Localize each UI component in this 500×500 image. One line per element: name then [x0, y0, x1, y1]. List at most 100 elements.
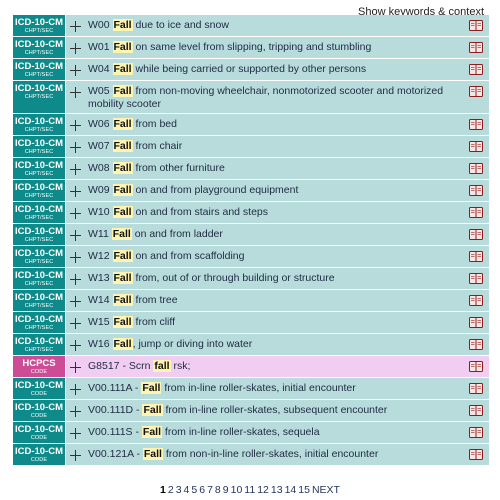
code-level-label: CHPT/SEC	[24, 303, 54, 309]
result-row[interactable]: ICD-10-CM CHPT/SEC W00 Fall due to ice and…	[13, 15, 489, 37]
page-link[interactable]: 15	[298, 484, 310, 496]
book-icon[interactable]	[469, 427, 483, 438]
book-icon[interactable]	[469, 141, 483, 152]
expand-plus-icon[interactable]	[70, 208, 86, 219]
expand-plus-icon[interactable]	[70, 274, 86, 285]
code-description[interactable]: W14 Fall from tree	[86, 290, 467, 311]
expand-plus-icon[interactable]	[70, 362, 86, 373]
page-link[interactable]: 13	[271, 484, 283, 496]
book-icon[interactable]	[469, 405, 483, 416]
code-description[interactable]: W09 Fall on and from playground equipmen…	[86, 180, 467, 201]
code-description[interactable]: W12 Fall on and from scaffolding	[86, 246, 467, 267]
code-description[interactable]: G8517 - Scrn fall rsk;	[86, 356, 467, 377]
keyword-highlight: fall	[153, 360, 171, 372]
result-row[interactable]: ICD-10-CM CHPT/SEC W13 Fall from, out of o…	[13, 268, 489, 290]
code-description[interactable]: W07 Fall from chair	[86, 136, 467, 157]
page-link[interactable]: 11	[244, 484, 255, 496]
result-row[interactable]: ICD-10-CM CODE V00.111D - Fall from in-lin…	[13, 400, 489, 422]
code-description[interactable]: V00.111A - Fall from in-line roller-skat…	[86, 378, 467, 399]
book-icon[interactable]	[469, 295, 483, 306]
code-description[interactable]: W06 Fall from bed	[86, 114, 467, 135]
expand-plus-icon[interactable]	[70, 230, 86, 241]
page-link[interactable]: 8	[215, 484, 221, 496]
book-icon[interactable]	[469, 383, 483, 394]
expand-plus-icon[interactable]	[70, 384, 86, 395]
code-system-badge: ICD-10-CM CODE	[13, 444, 66, 465]
result-row[interactable]: ICD-10-CM CHPT/SEC W04 Fall while being ca…	[13, 59, 489, 81]
page-link[interactable]: 10	[231, 484, 243, 496]
expand-plus-icon[interactable]	[70, 142, 86, 153]
page-link[interactable]: 9	[223, 484, 229, 496]
expand-plus-icon[interactable]	[70, 428, 86, 439]
result-row[interactable]: ICD-10-CM CHPT/SEC W08 Fall from other fur…	[13, 158, 489, 180]
result-row[interactable]: ICD-10-CM CHPT/SEC W09 Fall on and from pl…	[13, 180, 489, 202]
book-icon[interactable]	[469, 339, 483, 350]
book-icon[interactable]	[469, 207, 483, 218]
result-row[interactable]: ICD-10-CM CHPT/SEC W10 Fall on and from st…	[13, 202, 489, 224]
book-icon[interactable]	[469, 273, 483, 284]
expand-plus-icon[interactable]	[70, 164, 86, 175]
book-icon[interactable]	[469, 185, 483, 196]
book-icon[interactable]	[469, 317, 483, 328]
book-icon[interactable]	[469, 251, 483, 262]
page-link[interactable]: 3	[176, 484, 182, 496]
expand-plus-icon[interactable]	[70, 340, 86, 351]
code-description[interactable]: W04 Fall while being carried or supporte…	[86, 59, 467, 80]
expand-plus-icon[interactable]	[70, 450, 86, 461]
page-link[interactable]: 4	[184, 484, 190, 496]
code-description[interactable]: V00.111D - Fall from in-line roller-skat…	[86, 400, 467, 421]
result-row[interactable]: ICD-10-CM CHPT/SEC W12 Fall on and from sc…	[13, 246, 489, 268]
page-link[interactable]: 7	[207, 484, 213, 496]
code-description[interactable]: W16 Fall, jump or diving into water	[86, 334, 467, 355]
result-row[interactable]: ICD-10-CM CHPT/SEC W14 Fall from tree	[13, 290, 489, 312]
page-link[interactable]: 14	[285, 484, 297, 496]
code-description[interactable]: V00.111S - Fall from in-line roller-skat…	[86, 422, 467, 443]
result-row[interactable]: HCPCS CODE G8517 - Scrn fall rsk;	[13, 356, 489, 378]
expand-plus-icon[interactable]	[70, 318, 86, 329]
expand-plus-icon[interactable]	[70, 120, 86, 131]
keyword-highlight: Fall	[111, 228, 132, 240]
pagination: 1 2 3 4 5 6 7 8 9 10 11 12 13 14 15 NEXT	[0, 483, 500, 497]
page-link[interactable]: 2	[168, 484, 174, 496]
code-description[interactable]: W01 Fall on same level from slipping, tr…	[86, 37, 467, 58]
expand-plus-icon[interactable]	[70, 21, 86, 32]
result-row[interactable]: ICD-10-CM CHPT/SEC W16 Fall, jump or divin…	[13, 334, 489, 356]
book-icon[interactable]	[469, 229, 483, 240]
page-link[interactable]: 6	[199, 484, 205, 496]
expand-plus-icon[interactable]	[70, 65, 86, 76]
result-row[interactable]: ICD-10-CM CODE V00.121A - Fall from non-in…	[13, 444, 489, 466]
page-link[interactable]: 5	[191, 484, 197, 496]
expand-plus-icon[interactable]	[70, 186, 86, 197]
expand-plus-icon[interactable]	[70, 43, 86, 54]
code-description[interactable]: W15 Fall from cliff	[86, 312, 467, 333]
expand-plus-icon[interactable]	[70, 252, 86, 263]
book-icon[interactable]	[469, 64, 483, 75]
expand-plus-icon[interactable]	[70, 406, 86, 417]
code-description[interactable]: W00 Fall due to ice and snow	[86, 15, 467, 36]
code-description[interactable]: W05 Fall from non-moving wheelchair, non…	[86, 81, 467, 113]
book-icon[interactable]	[469, 361, 483, 372]
book-icon[interactable]	[469, 119, 483, 130]
book-icon[interactable]	[469, 20, 483, 31]
code-description[interactable]: W08 Fall from other furniture	[86, 158, 467, 179]
code-description[interactable]: W11 Fall on and from ladder	[86, 224, 467, 245]
result-row[interactable]: ICD-10-CM CODE V00.111S - Fall from in-lin…	[13, 422, 489, 444]
book-icon[interactable]	[469, 163, 483, 174]
result-row[interactable]: ICD-10-CM CODE V00.111A - Fall from in-lin…	[13, 378, 489, 400]
page-link[interactable]: 12	[257, 484, 269, 496]
book-icon[interactable]	[469, 449, 483, 460]
next-page-link[interactable]: NEXT	[312, 484, 340, 496]
expand-plus-icon[interactable]	[70, 296, 86, 307]
code-description[interactable]: W13 Fall from, out of or through buildin…	[86, 268, 467, 289]
expand-plus-icon[interactable]	[70, 87, 86, 98]
code-description[interactable]: V00.121A - Fall from non-in-line roller-…	[86, 444, 467, 465]
result-row[interactable]: ICD-10-CM CHPT/SEC W06 Fall from bed	[13, 114, 489, 136]
result-row[interactable]: ICD-10-CM CHPT/SEC W07 Fall from chair	[13, 136, 489, 158]
book-icon[interactable]	[469, 86, 483, 97]
result-row[interactable]: ICD-10-CM CHPT/SEC W11 Fall on and from la…	[13, 224, 489, 246]
code-description[interactable]: W10 Fall on and from stairs and steps	[86, 202, 467, 223]
result-row[interactable]: ICD-10-CM CHPT/SEC W15 Fall from cliff	[13, 312, 489, 334]
book-icon[interactable]	[469, 42, 483, 53]
result-row[interactable]: ICD-10-CM CHPT/SEC W01 Fall on same level …	[13, 37, 489, 59]
result-row[interactable]: ICD-10-CM CHPT/SEC W05 Fall from non-movin…	[13, 81, 489, 114]
